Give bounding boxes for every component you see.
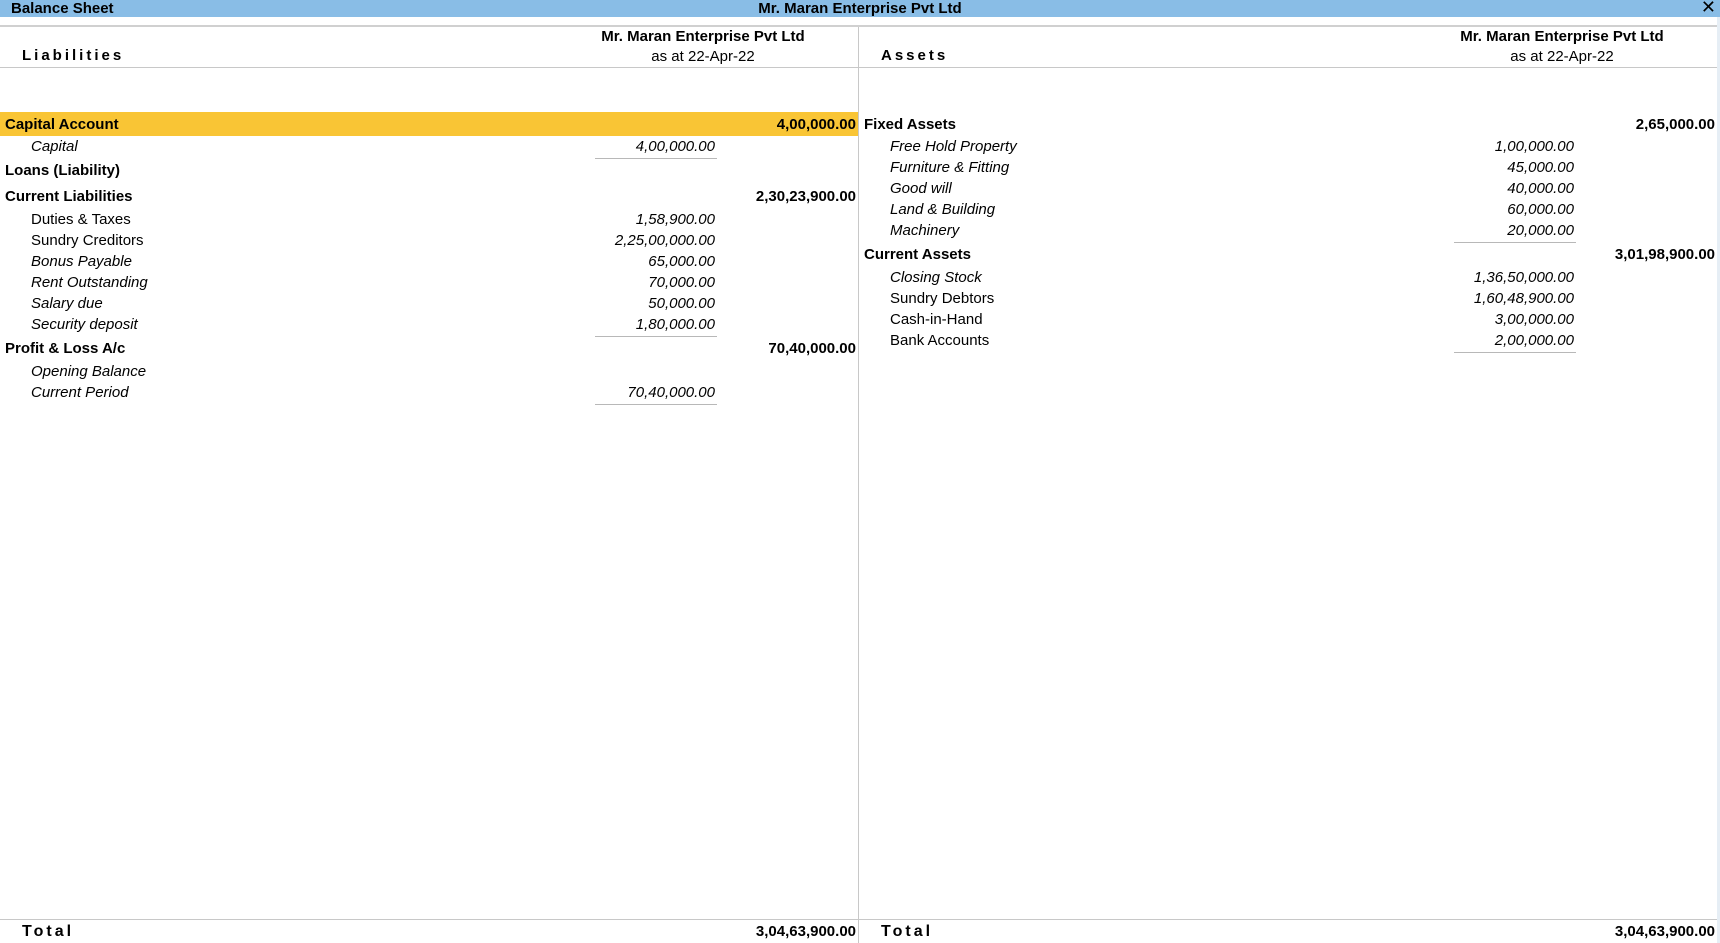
assets-company-name: Mr. Maran Enterprise Pvt Ltd bbox=[1460, 28, 1664, 45]
ledger-amount: 20,000.00 bbox=[1454, 222, 1576, 243]
ledger-name: Bank Accounts bbox=[890, 332, 990, 349]
group-amount: 2,30,23,900.00 bbox=[755, 188, 856, 205]
ledger-row[interactable]: Bonus Payable 65,000.00 bbox=[0, 251, 858, 272]
ledger-amount: 1,00,000.00 bbox=[1494, 138, 1574, 155]
ledger-amount: 1,58,900.00 bbox=[635, 211, 715, 228]
group-name: Current Liabilities bbox=[5, 188, 133, 205]
title-bar: Balance Sheet Mr. Maran Enterprise Pvt L… bbox=[0, 0, 1720, 17]
ledger-name: Duties & Taxes bbox=[31, 211, 131, 228]
assets-total-line bbox=[859, 919, 1717, 920]
ledger-name: Furniture & Fitting bbox=[890, 159, 1010, 176]
ledger-row[interactable]: Machinery 20,000.00 bbox=[859, 220, 1717, 243]
liabilities-rows: Capital Account 4,00,000.00 Capital 4,00,00… bbox=[0, 112, 858, 405]
ledger-amount: 45,000.00 bbox=[1507, 159, 1574, 176]
ledger-name: Cash-in-Hand bbox=[890, 311, 983, 328]
ledger-row[interactable]: Sundry Creditors 2,25,00,000.00 bbox=[0, 230, 858, 251]
ledger-amount: 1,80,000.00 bbox=[594, 316, 718, 337]
assets-header-line bbox=[859, 67, 1717, 68]
ledger-name: Sundry Debtors bbox=[890, 290, 995, 307]
ledger-row[interactable]: Security deposit 1,80,000.00 bbox=[0, 314, 858, 337]
company-title: Mr. Maran Enterprise Pvt Ltd bbox=[758, 0, 962, 17]
assets-rows: Fixed Assets 2,65,000.00 Free Hold Propert… bbox=[859, 112, 1717, 353]
ledger-row[interactable]: Salary due 50,000.00 bbox=[0, 293, 858, 314]
ledger-row[interactable]: Bank Accounts 2,00,000.00 bbox=[859, 330, 1717, 353]
ledger-name: Land & Building bbox=[890, 201, 996, 218]
group-row[interactable]: Current Liabilities 2,30,23,900.00 bbox=[0, 183, 858, 209]
assets-total-label: Total bbox=[881, 923, 934, 940]
group-row[interactable]: Profit & Loss A/c 70,40,000.00 bbox=[0, 335, 858, 361]
ledger-amount: 60,000.00 bbox=[1507, 201, 1574, 218]
group-name: Capital Account bbox=[5, 116, 119, 133]
liabilities-total-amount: 3,04,63,900.00 bbox=[755, 923, 856, 940]
group-name: Current Assets bbox=[864, 246, 971, 263]
ledger-row[interactable]: Furniture & Fitting 45,000.00 bbox=[859, 157, 1717, 178]
ledger-amount: 40,000.00 bbox=[1507, 180, 1574, 197]
liabilities-panel: Liabilities Mr. Maran Enterprise Pvt Ltd… bbox=[0, 27, 858, 943]
ledger-amount: 2,25,00,000.00 bbox=[614, 232, 715, 249]
group-row[interactable]: Loans (Liability) bbox=[0, 157, 858, 183]
liabilities-total-label: Total bbox=[22, 923, 75, 940]
ledger-row[interactable]: Land & Building 60,000.00 bbox=[859, 199, 1717, 220]
ledger-row[interactable]: Duties & Taxes 1,58,900.00 bbox=[0, 209, 858, 230]
ledger-row[interactable]: Free Hold Property 1,00,000.00 bbox=[859, 136, 1717, 157]
group-amount: 70,40,000.00 bbox=[768, 340, 856, 357]
ledger-name: Free Hold Property bbox=[890, 138, 1017, 155]
ledger-row[interactable]: Good will 40,000.00 bbox=[859, 178, 1717, 199]
ledger-name: Sundry Creditors bbox=[31, 232, 144, 249]
ledger-row[interactable]: Cash-in-Hand 3,00,000.00 bbox=[859, 309, 1717, 330]
assets-date: as at 22-Apr-22 bbox=[1510, 48, 1614, 65]
ledger-name: Machinery bbox=[890, 222, 960, 239]
assets-heading: Assets bbox=[881, 47, 949, 64]
liabilities-header-line bbox=[0, 67, 858, 68]
ledger-name: Current Period bbox=[31, 384, 129, 401]
assets-panel: Assets Mr. Maran Enterprise Pvt Ltd as a… bbox=[859, 27, 1717, 943]
group-name: Fixed Assets bbox=[864, 116, 956, 133]
ledger-amount: 2,00,000.00 bbox=[1453, 332, 1577, 353]
ledger-name: Opening Balance bbox=[31, 363, 147, 380]
ledger-row[interactable]: Closing Stock 1,36,50,000.00 bbox=[859, 267, 1717, 288]
ledger-name: Bonus Payable bbox=[31, 253, 132, 270]
ledger-amount: 50,000.00 bbox=[648, 295, 715, 312]
liabilities-total-line bbox=[0, 919, 858, 920]
ledger-row[interactable]: Opening Balance bbox=[0, 361, 858, 382]
liabilities-company-name: Mr. Maran Enterprise Pvt Ltd bbox=[601, 28, 805, 45]
ledger-name: Closing Stock bbox=[890, 269, 982, 286]
ledger-row[interactable]: Capital 4,00,000.00 bbox=[0, 136, 858, 159]
ledger-amount: 1,60,48,900.00 bbox=[1473, 290, 1574, 307]
close-icon[interactable]: ✕ bbox=[1701, 0, 1716, 16]
group-name: Profit & Loss A/c bbox=[5, 340, 126, 357]
ledger-amount: 70,40,000.00 bbox=[595, 384, 717, 405]
assets-total-amount: 3,04,63,900.00 bbox=[1614, 923, 1715, 940]
ledger-name: Good will bbox=[890, 180, 952, 197]
group-row[interactable]: Fixed Assets 2,65,000.00 bbox=[859, 112, 1717, 136]
group-row[interactable]: Capital Account 4,00,000.00 bbox=[0, 112, 858, 136]
group-row[interactable]: Current Assets 3,01,98,900.00 bbox=[859, 241, 1717, 267]
ledger-name: Security deposit bbox=[31, 316, 138, 333]
group-amount: 3,01,98,900.00 bbox=[1614, 246, 1715, 263]
ledger-amount: 3,00,000.00 bbox=[1494, 311, 1574, 328]
ledger-name: Rent Outstanding bbox=[31, 274, 148, 291]
ledger-name: Capital bbox=[31, 138, 78, 155]
ledger-amount: 4,00,000.00 bbox=[594, 138, 718, 159]
ledger-row[interactable]: Rent Outstanding 70,000.00 bbox=[0, 272, 858, 293]
ledger-amount: 70,000.00 bbox=[648, 274, 715, 291]
liabilities-date: as at 22-Apr-22 bbox=[651, 48, 755, 65]
ledger-row[interactable]: Sundry Debtors 1,60,48,900.00 bbox=[859, 288, 1717, 309]
ledger-name: Salary due bbox=[31, 295, 103, 312]
liabilities-heading: Liabilities bbox=[22, 47, 125, 64]
ledger-amount: 1,36,50,000.00 bbox=[1473, 269, 1574, 286]
ledger-row[interactable]: Current Period 70,40,000.00 bbox=[0, 382, 858, 405]
ledger-amount: 65,000.00 bbox=[648, 253, 715, 270]
group-amount: 2,65,000.00 bbox=[1635, 116, 1715, 133]
group-amount: 4,00,000.00 bbox=[776, 116, 856, 133]
group-name: Loans (Liability) bbox=[5, 162, 121, 179]
